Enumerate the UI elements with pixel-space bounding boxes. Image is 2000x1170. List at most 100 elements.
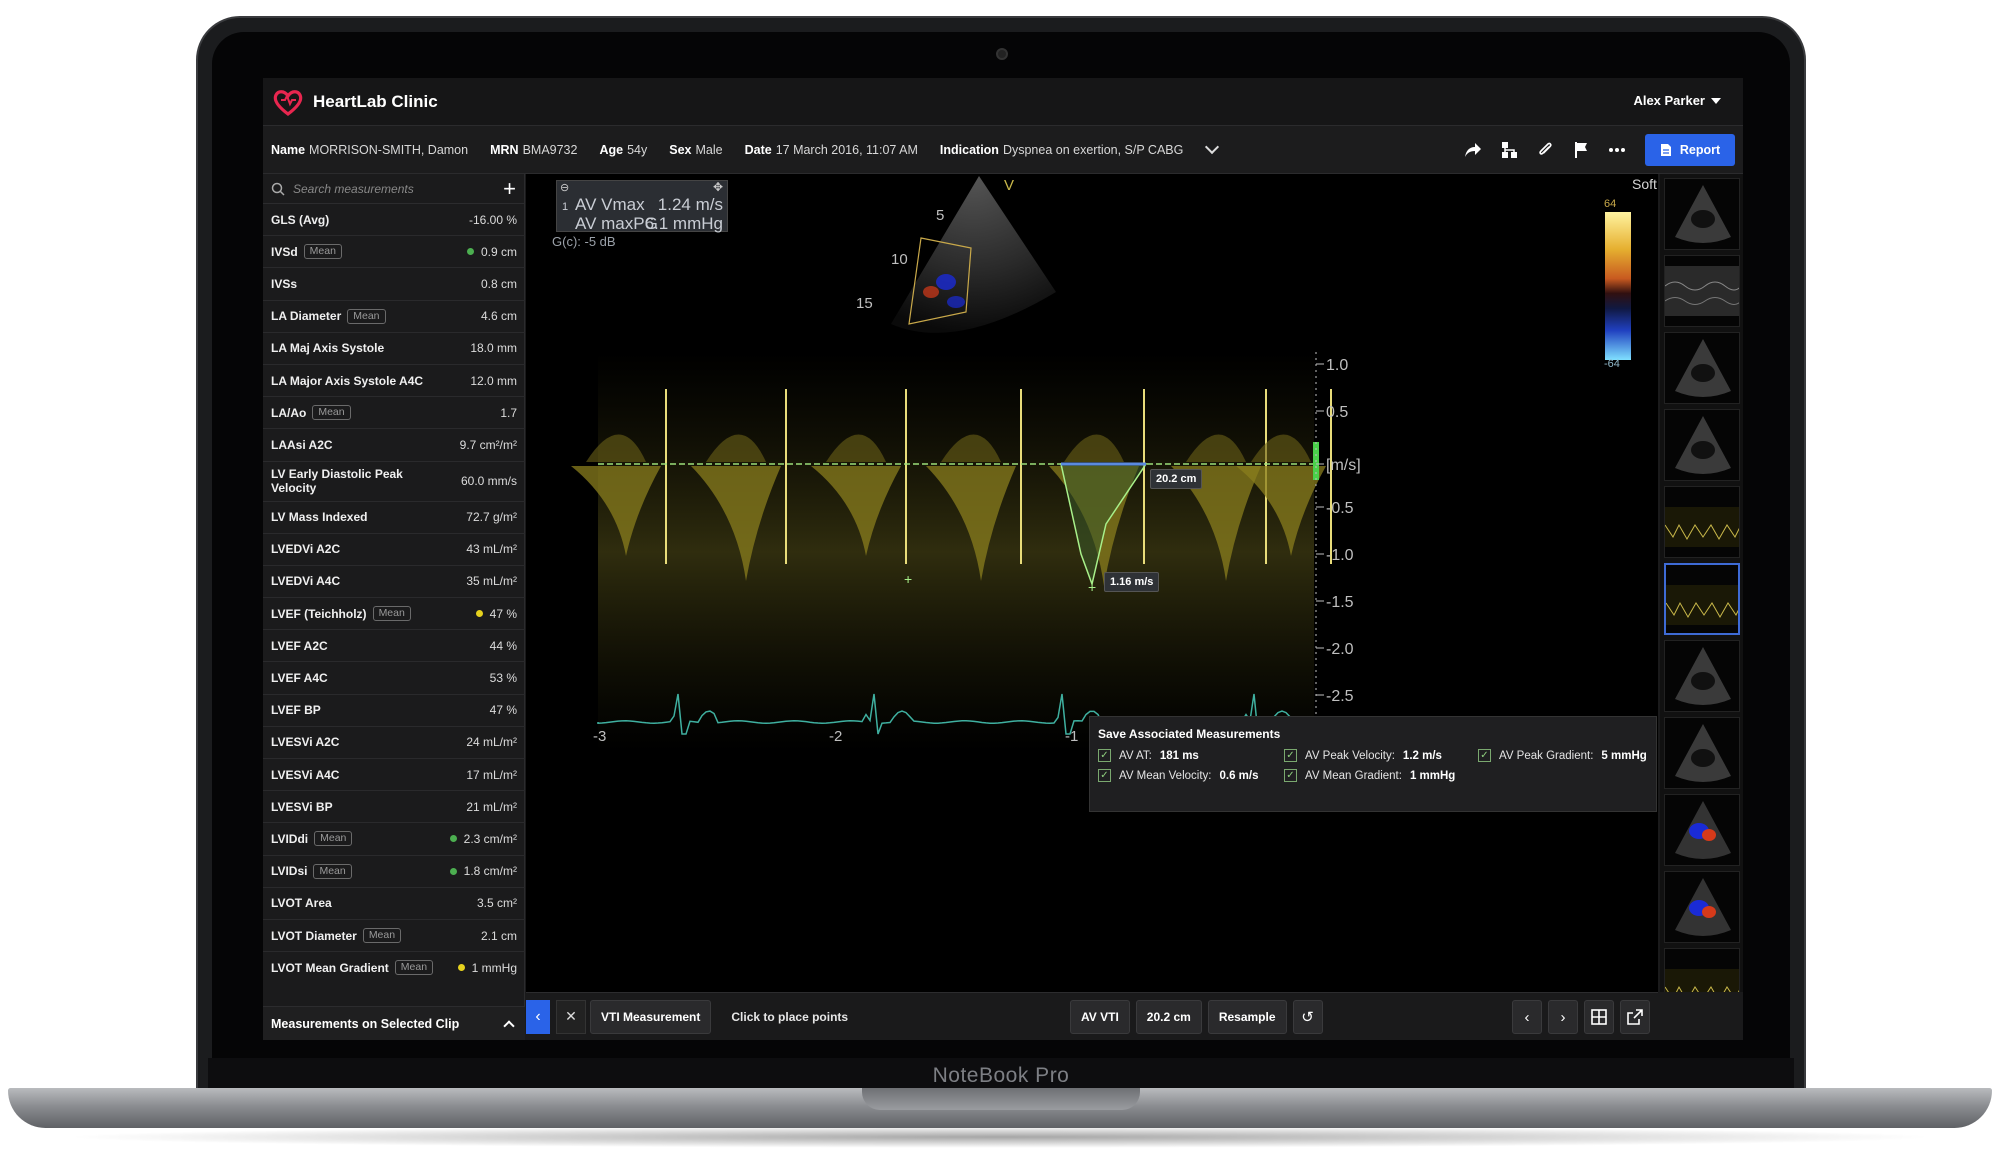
measurement-row[interactable]: LVEDVi A4C 35 mL/m²	[263, 566, 525, 599]
paperclip-icon[interactable]	[1527, 132, 1563, 168]
measurement-row[interactable]: LVEF (Teichholz) Mean 47 %	[263, 598, 525, 631]
share-icon[interactable]	[1455, 132, 1491, 168]
measurement-value: 47 %	[489, 703, 517, 718]
previous-clip-button[interactable]: ‹	[1512, 1000, 1542, 1034]
clip-thumbnail[interactable]	[1664, 948, 1740, 992]
open-external-button[interactable]	[1620, 1000, 1650, 1034]
measurement-name: LAAsi A2C	[271, 437, 333, 452]
measurement-row[interactable]: IVSd Mean 0.9 cm	[263, 236, 525, 269]
undo-button[interactable]: ↺	[1292, 1000, 1323, 1034]
measurement-search[interactable]: Search measurements +	[263, 174, 524, 204]
measurement-value: -16.00 %	[468, 212, 517, 227]
clip-thumbnail[interactable]	[1664, 794, 1740, 866]
device-brand: NoteBook Pro	[932, 1064, 1070, 1087]
x-tick-label: -1	[1065, 728, 1078, 745]
save-av-mean-velocity-checkbox[interactable]: ✓ AV Mean Velocity: 0.6 m/s	[1098, 769, 1258, 782]
clip-thumbnail[interactable]	[1664, 178, 1740, 250]
layout-grid-button[interactable]	[1584, 1000, 1614, 1034]
measurement-hint: Click to place points	[731, 1009, 849, 1024]
measurement-row[interactable]: LV Mass Indexed 72.7 g/m²	[263, 502, 525, 534]
vti-value-tag: 20.2 cm	[1150, 469, 1203, 489]
measure-name-button[interactable]: AV VTI	[1070, 1000, 1130, 1034]
chevron-left-icon: ‹	[1524, 1008, 1530, 1026]
patient-sex-field: Sex Male	[669, 142, 723, 157]
clip-thumbnail[interactable]	[1664, 332, 1740, 404]
measurement-row[interactable]: LA Maj Axis Systole 18.0 mm	[263, 333, 525, 365]
clip-thumbnail[interactable]	[1664, 640, 1740, 712]
save-av-mean-gradient-checkbox[interactable]: ✓ AV Mean Gradient: 1 mmHg	[1284, 769, 1455, 782]
measurement-row[interactable]: LVOT Diameter Mean 2.1 cm	[263, 920, 525, 953]
measurement-row[interactable]: LVEF BP 47 %	[263, 695, 525, 727]
measurement-row[interactable]: LVIDsi Mean 1.8 cm/m²	[263, 856, 525, 888]
measurement-name: LVEF A4C	[271, 671, 328, 686]
clip-thumbnail-strip	[1660, 174, 1743, 992]
measurement-row[interactable]: LVOT Area 3.5 cm²	[263, 888, 525, 920]
clip-thumbnail[interactable]	[1664, 486, 1740, 558]
save-panel-title: Save Associated Measurements	[1098, 727, 1281, 741]
cancel-measurement-button[interactable]: ✕	[556, 999, 586, 1034]
search-input[interactable]: Search measurements	[293, 182, 503, 196]
chevron-right-icon: ›	[1560, 1008, 1566, 1026]
measurement-row[interactable]: LVESVi BP 21 mL/m²	[263, 791, 525, 824]
measurement-row[interactable]: LA/Ao Mean 1.7	[263, 397, 525, 430]
measurement-name: GLS (Avg)	[271, 212, 330, 227]
status-dot-icon	[475, 610, 483, 618]
measurement-row[interactable]: LVEDVi A2C 43 mL/m²	[263, 534, 525, 566]
clip-thumbnail[interactable]	[1664, 563, 1740, 635]
measurement-mode-button[interactable]: VTI Measurement	[590, 999, 712, 1034]
measurement-row[interactable]: GLS (Avg) -16.00 %	[263, 204, 525, 237]
flag-icon[interactable]	[1563, 132, 1599, 168]
measurement-row[interactable]: LA Diameter Mean 4.6 cm	[263, 301, 525, 333]
collapse-sidebar-button[interactable]: ‹	[526, 999, 550, 1034]
measurement-row[interactable]: LVESVi A2C 24 mL/m²	[263, 727, 525, 759]
clip-thumbnail[interactable]	[1664, 409, 1740, 481]
add-measurement-icon[interactable]: +	[503, 177, 516, 199]
save-av-peak-gradient-checkbox[interactable]: ✓ AV Peak Gradient: 5 mmHg	[1478, 749, 1647, 762]
save-measurements-panel: Save Associated Measurements ✓ AV AT: 181 …	[1089, 716, 1657, 812]
measurement-name: LVESVi A4C	[271, 767, 340, 782]
measurement-value: 72.7 g/m²	[466, 510, 517, 525]
measurement-row[interactable]: LVESVi A4C 17 mL/m²	[263, 759, 525, 792]
save-av-at-checkbox[interactable]: ✓ AV AT: 181 ms	[1098, 749, 1199, 762]
echo-viewer[interactable]: ⊖ ✥ 1 AV Vmax 1.24 m/s AV maxPG 6.1 mmHg…	[526, 174, 1658, 992]
measurement-value: 1 mmHg	[457, 961, 517, 975]
y-tick-label: 1.0	[1326, 357, 1348, 374]
measurement-name: LVIDsi Mean	[271, 863, 352, 879]
clip-thumbnail[interactable]	[1664, 717, 1740, 789]
measurement-name: LA/Ao Mean	[271, 405, 351, 421]
clip-thumbnail[interactable]	[1664, 255, 1740, 327]
measurement-row[interactable]: LVOT Mean Gradient Mean 1 mmHg	[263, 952, 525, 976]
measurement-name: LVEF BP	[271, 703, 321, 718]
status-dot-icon	[449, 867, 457, 875]
measure-value-button[interactable]: 20.2 cm	[1135, 1000, 1202, 1034]
measurement-name: LVEF A2C	[271, 638, 328, 653]
measurement-name: LVOT Mean Gradient Mean	[271, 960, 434, 976]
report-button[interactable]: Report	[1645, 134, 1735, 166]
measurement-row[interactable]: LA Major Axis Systole A4C 12.0 mm	[263, 365, 525, 398]
measurement-name: LVEDVi A2C	[271, 542, 341, 557]
measurement-row[interactable]: LVEF A4C 53 %	[263, 662, 525, 695]
measurement-row[interactable]: LVEF A2C 44 %	[263, 630, 525, 663]
measurement-row[interactable]: LV Early Diastolic Peak Velocity 60.0 mm/…	[263, 462, 525, 502]
resample-button[interactable]: Resample	[1207, 1000, 1287, 1034]
doppler-noise	[598, 352, 1314, 752]
more-icon[interactable]	[1599, 132, 1635, 168]
next-clip-button[interactable]: ›	[1548, 1000, 1578, 1034]
checkbox-checked-icon: ✓	[1284, 769, 1297, 782]
clip-thumbnail[interactable]	[1664, 871, 1740, 943]
expand-chevron-icon[interactable]	[1205, 139, 1220, 154]
measurement-row[interactable]: LAAsi A2C 9.7 cm²/m²	[263, 429, 525, 462]
selected-clip-toggle[interactable]: Measurements on Selected Clip	[263, 1006, 525, 1040]
thumbnail-image	[1665, 969, 1739, 992]
app-header: HeartLab Clinic Alex Parker	[263, 78, 1743, 126]
user-menu[interactable]: Alex Parker	[1633, 93, 1721, 108]
hierarchy-icon[interactable]	[1491, 132, 1527, 168]
measurement-name: LVIDdi Mean	[271, 831, 353, 847]
measurement-row[interactable]: IVSs 0.8 cm	[263, 268, 525, 301]
measurement-row[interactable]: LVIDdi Mean 2.3 cm/m²	[263, 823, 525, 856]
cursor-marker: +	[904, 571, 912, 587]
measurement-controls: AV VTI 20.2 cm Resample ↺	[1064, 1000, 1323, 1034]
checkbox-checked-icon: ✓	[1284, 749, 1297, 762]
mean-badge: Mean	[362, 928, 402, 944]
save-av-peak-velocity-checkbox[interactable]: ✓ AV Peak Velocity: 1.2 m/s	[1284, 749, 1442, 762]
